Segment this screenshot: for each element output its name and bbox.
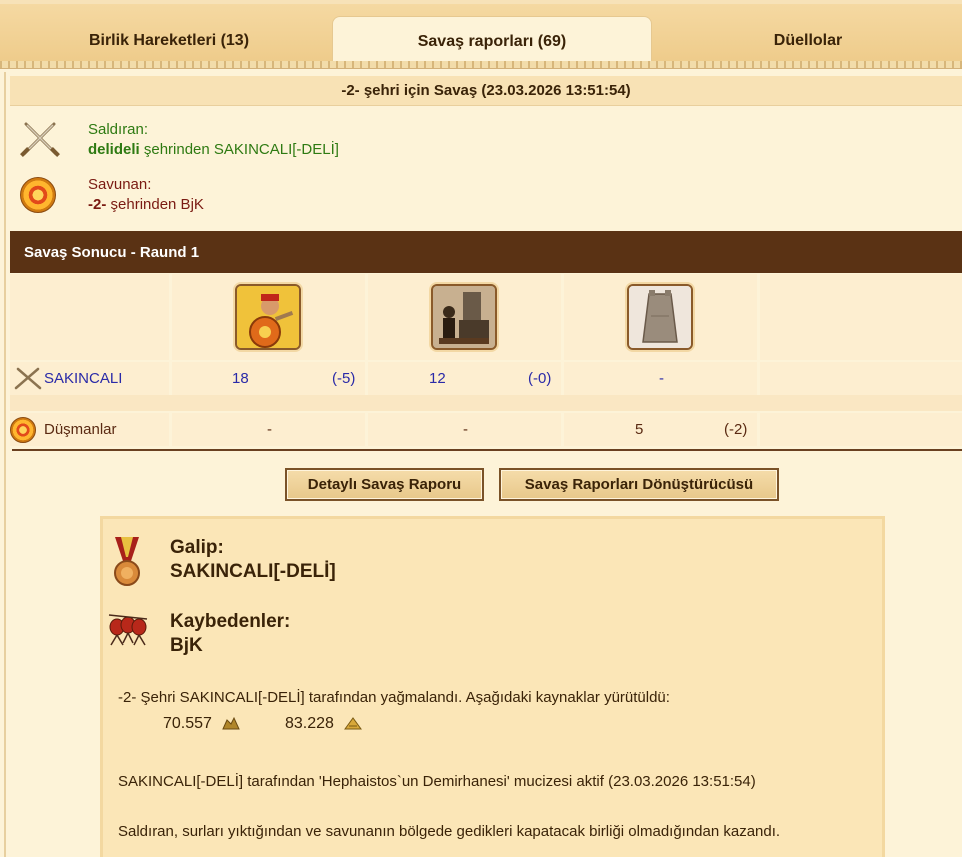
winner-label: Galip:	[170, 537, 224, 558]
catapult-icon[interactable]	[431, 284, 497, 350]
unit-column-1	[172, 274, 368, 360]
enemy-row-label-cell: Düşmanlar	[10, 413, 172, 446]
losers-label: Kaybedenler:	[170, 611, 291, 632]
defender-text: Savunan: -2- şehrinden BjK	[88, 175, 204, 215]
shield-icon	[10, 416, 44, 443]
greek-border	[0, 61, 962, 69]
attacker-label: Saldıran:	[88, 121, 149, 138]
city-wall-icon[interactable]	[627, 284, 693, 350]
shield-icon	[18, 175, 58, 215]
unit-count: 12	[429, 370, 446, 387]
attacker-text: Saldıran: delideli şehrinden SAKINCALI[-…	[88, 120, 339, 160]
table-divider	[12, 449, 962, 451]
enemy-name: Düşmanlar	[44, 421, 117, 438]
enemy-cell-1: -	[172, 413, 368, 446]
enemy-row-label[interactable]: Düşmanlar	[10, 413, 117, 446]
tab-duels[interactable]: Düellolar	[654, 16, 962, 66]
battle-title: -2- şehri için Savaş (23.03.2026 13:51:5…	[10, 76, 962, 106]
summary-panel: Galip: SAKINCALI[-DELİ] Kaybedenler: BjK…	[100, 516, 885, 857]
unit-column-3	[564, 274, 760, 360]
tab-battle-reports[interactable]: Savaş raporları (69)	[332, 16, 652, 66]
ally-cell-3: -	[564, 362, 760, 395]
unit-loss: (-0)	[528, 370, 552, 387]
row-separator	[10, 395, 962, 411]
hoplite-icon[interactable]	[235, 284, 301, 350]
unit-count: 5	[635, 421, 644, 438]
silver-coins-icon	[344, 716, 362, 735]
enemy-cell-2: -	[368, 413, 564, 446]
fallen-soldiers-icon	[107, 611, 149, 647]
ally-row-label[interactable]: SAKINCALI	[12, 362, 122, 395]
ally-name: SAKINCALI	[44, 370, 123, 387]
crossed-swords-icon	[18, 120, 60, 160]
unit-loss: (-2)	[724, 421, 748, 438]
ally-cell-1: 18 (-5)	[172, 362, 368, 395]
winner-name[interactable]: SAKINCALI[-DELİ]	[170, 561, 336, 583]
unit-loss: (-5)	[332, 370, 356, 387]
detailed-report-button[interactable]: Detaylı Savaş Raporu	[285, 468, 484, 501]
ally-cell-4	[760, 362, 962, 395]
resource-amount-2: 83.228	[285, 715, 334, 732]
ally-cell-2: 12 (-0)	[368, 362, 564, 395]
ally-row-label-cell: SAKINCALI	[10, 362, 172, 395]
result-bar: Savaş Sonucu - Raund 1	[10, 231, 962, 273]
tab-bar: Birlik Hareketleri (13) Savaş raporları …	[0, 0, 962, 66]
plunder-text: -2- Şehri SAKINCALI[-DELİ] tarafından ya…	[118, 689, 670, 706]
stone-icon	[222, 716, 240, 735]
enemy-cell-3: 5 (-2)	[564, 413, 760, 446]
losers-name[interactable]: BjK	[170, 635, 203, 657]
attacker-player[interactable]: şehrinden SAKINCALI[-DELİ]	[140, 141, 339, 158]
unit-count: -	[267, 421, 272, 438]
medal-icon	[113, 537, 141, 587]
enemy-cell-4	[760, 413, 962, 446]
defender-city-link[interactable]: -2-	[88, 196, 106, 213]
resource-amount-1: 70.557	[163, 715, 212, 732]
reason-text: Saldıran, surları yıktığından ve savunan…	[118, 823, 781, 840]
unit-column-4	[760, 274, 962, 360]
miracle-text: SAKINCALI[-DELİ] tarafından 'Hephaistos`…	[118, 773, 756, 790]
crossed-swords-icon	[12, 366, 44, 392]
defender-label: Savunan:	[88, 176, 152, 193]
defender-player[interactable]: şehrinden BjK	[106, 196, 204, 213]
unit-count: -	[659, 370, 664, 387]
tab-troop-movements[interactable]: Birlik Hareketleri (13)	[8, 16, 330, 66]
unit-column-2	[368, 274, 564, 360]
attacker-city-link[interactable]: delideli	[88, 141, 140, 158]
grid-head-blank	[10, 274, 172, 360]
report-converter-button[interactable]: Savaş Raporları Dönüştürücüsü	[499, 468, 779, 501]
unit-count: 18	[232, 370, 249, 387]
unit-count: -	[463, 421, 468, 438]
